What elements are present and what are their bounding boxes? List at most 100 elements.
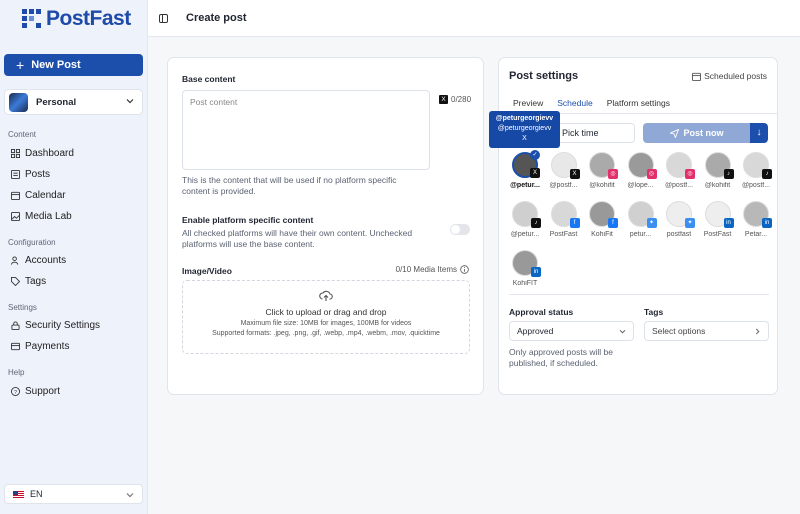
users-icon: [11, 256, 19, 265]
media-dropzone[interactable]: Click to upload or drag and drop Maximum…: [182, 280, 470, 354]
account-name: @postf...: [549, 182, 578, 189]
account-item[interactable]: ♪ @postf...: [738, 152, 774, 189]
pick-time-input[interactable]: Pick time: [557, 123, 635, 143]
account-name: postfast: [666, 231, 692, 238]
account-name: Petar...: [744, 231, 768, 238]
sidebar-item-calendar[interactable]: Calendar: [11, 190, 66, 201]
sidebar-item-label: Calendar: [25, 190, 66, 201]
sidebar-item-media-lab[interactable]: Media Lab: [11, 211, 72, 222]
svg-text:?: ?: [14, 390, 17, 396]
instagram-icon: ◎: [646, 169, 657, 179]
account-item[interactable]: f PostFast: [546, 201, 582, 238]
approval-status-select[interactable]: Approved: [509, 321, 634, 341]
tiktok-icon: ♪: [762, 169, 772, 179]
arrow-down-icon: ↓: [756, 127, 762, 138]
lock-icon: [11, 321, 20, 330]
sidebar-item-support[interactable]: ? Support: [11, 386, 60, 397]
account-item[interactable]: in KohiFIT: [507, 250, 543, 287]
scheduled-posts-link[interactable]: Scheduled posts: [692, 71, 767, 81]
nav-section-content: Content: [8, 130, 37, 139]
account-item[interactable]: f KohiFit: [584, 201, 620, 238]
info-icon: [460, 265, 469, 274]
account-item[interactable]: ✦ petur...: [623, 201, 659, 238]
sidebar-item-accounts[interactable]: Accounts: [11, 255, 66, 266]
bluesky-icon: ✦: [646, 218, 657, 228]
toggle-sidebar-icon[interactable]: [159, 14, 168, 23]
chevron-down-icon: [126, 493, 134, 498]
post-now-button[interactable]: Post now: [643, 123, 750, 143]
account-item[interactable]: ♪ @kohifit: [700, 152, 736, 189]
calendar-icon: [11, 191, 20, 200]
media-label: Image/Video: [182, 266, 232, 276]
approval-help: Only approved posts will be published, i…: [509, 347, 613, 368]
bluesky-icon: ✦: [685, 218, 695, 228]
account-name: @lope...: [627, 182, 654, 189]
account-name: KohiFit: [591, 231, 613, 238]
nav-section-settings: Settings: [8, 303, 37, 312]
account-item[interactable]: X ✓ @petur...: [507, 150, 543, 189]
image-icon: [11, 212, 20, 221]
instagram-icon: ◎: [685, 169, 695, 179]
sidebar-item-posts[interactable]: Posts: [11, 169, 50, 180]
post-options-dropdown[interactable]: ↓: [750, 123, 768, 143]
scheduled-posts-label: Scheduled posts: [704, 71, 767, 81]
account-item[interactable]: in Petar...: [738, 201, 774, 238]
app-logo[interactable]: PostFast: [22, 7, 131, 31]
account-avatar: ♪: [512, 201, 541, 228]
chevron-right-icon: [755, 328, 760, 335]
page-title: Create post: [186, 12, 247, 24]
sidebar-item-tags[interactable]: Tags: [11, 276, 46, 287]
account-avatar: ♪: [704, 152, 734, 179]
account-item[interactable]: ♪ @petur...: [507, 201, 543, 238]
chevron-down-icon: [126, 99, 134, 104]
main-content: Base content Post content X 0/280 This i…: [148, 38, 800, 514]
sidebar-item-label: Dashboard: [25, 148, 74, 159]
account-item[interactable]: ◎ @postf...: [661, 152, 697, 189]
account-avatar: ◎: [589, 152, 618, 179]
account-item[interactable]: ◎ @kohifit: [584, 152, 620, 189]
account-item[interactable]: X @postf...: [546, 152, 582, 189]
account-avatar: ✦: [627, 201, 657, 228]
account-avatar: ◎: [666, 152, 695, 179]
post-settings-card: Post settings Scheduled posts Preview Sc…: [498, 57, 778, 395]
approval-status-label: Approval status: [509, 307, 574, 317]
sidebar-item-label: Support: [25, 386, 61, 397]
account-name: PostFast: [703, 231, 732, 238]
sidebar-item-label: Payments: [25, 341, 70, 352]
account-item[interactable]: ✦ postfast: [661, 201, 697, 238]
sidebar-item-security-settings[interactable]: Security Settings: [11, 320, 100, 331]
base-content-label: Base content: [182, 74, 236, 84]
new-post-button[interactable]: + New Post: [4, 54, 143, 76]
tiktok-icon: ♪: [531, 218, 541, 228]
account-item[interactable]: ◎ @lope...: [623, 152, 659, 189]
media-count: 0/10 Media Items: [395, 265, 457, 274]
tags-select[interactable]: Select options: [644, 321, 769, 341]
base-content-help: This is the content that will be used if…: [182, 175, 397, 196]
editor-card: Base content Post content X 0/280 This i…: [167, 57, 484, 395]
post-content-textarea[interactable]: Post content: [182, 90, 430, 170]
sidebar-item-payments[interactable]: Payments: [11, 341, 69, 352]
tab-platform-settings[interactable]: Platform settings: [607, 98, 670, 114]
language-selector[interactable]: EN: [4, 484, 143, 504]
approval-status-value: Approved: [517, 326, 554, 336]
linkedin-icon: in: [723, 218, 734, 228]
top-bar: Create post: [148, 0, 800, 37]
post-now-label: Post now: [683, 128, 724, 138]
account-name: KohiFIT: [512, 280, 538, 287]
platform-specific-toggle[interactable]: [450, 224, 470, 235]
account-avatar: f: [589, 201, 618, 228]
linkedin-icon: in: [531, 267, 541, 277]
sidebar-item-dashboard[interactable]: Dashboard: [11, 148, 74, 159]
workspace-name: Personal: [36, 96, 77, 108]
post-settings-title: Post settings: [509, 70, 579, 82]
account-avatar: f: [550, 201, 580, 228]
nav-section-help: Help: [8, 368, 25, 377]
account-item[interactable]: in PostFast: [700, 201, 736, 238]
sidebar-item-label: Tags: [25, 276, 47, 287]
chevron-down-icon: [619, 329, 626, 334]
workspace-avatar: [9, 92, 28, 112]
tab-schedule[interactable]: Schedule: [557, 98, 593, 114]
upload-cloud-icon: [319, 290, 333, 301]
workspace-selector[interactable]: Personal: [4, 89, 143, 115]
upload-text: Click to upload or drag and drop: [265, 307, 387, 317]
